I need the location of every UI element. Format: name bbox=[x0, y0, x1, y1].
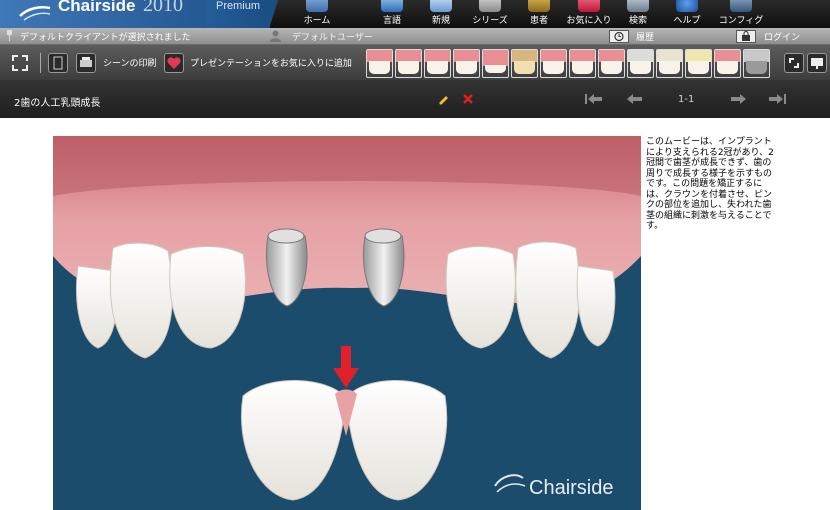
fullscreen-icon[interactable] bbox=[10, 53, 28, 71]
nav-search-label: 検索 bbox=[628, 16, 647, 26]
scene-thumbnail[interactable] bbox=[627, 49, 654, 78]
print-layout-icon[interactable] bbox=[48, 53, 68, 73]
presentation-icon[interactable] bbox=[807, 53, 827, 73]
nav-new[interactable]: 新規 bbox=[414, 0, 468, 28]
chairside-logo-icon bbox=[19, 6, 51, 21]
scene-thumbnail[interactable] bbox=[424, 49, 451, 78]
nav-favorites[interactable]: お気に入り bbox=[562, 0, 616, 28]
login-link[interactable]: ログイン bbox=[764, 30, 800, 43]
history-link[interactable]: 履歴 bbox=[636, 30, 654, 43]
page-indicator: 1-1 bbox=[678, 94, 695, 105]
brand-name: Chairside bbox=[58, 0, 136, 15]
help-icon bbox=[676, 0, 698, 12]
scene-thumbnail[interactable] bbox=[482, 49, 509, 78]
config-icon bbox=[730, 0, 752, 12]
nav-config-label: コンフィグ bbox=[718, 16, 764, 26]
nav-help-label: ヘルプ bbox=[673, 16, 701, 26]
first-page-icon[interactable] bbox=[584, 93, 604, 105]
scene-thumbnail[interactable] bbox=[569, 49, 596, 78]
language-icon bbox=[381, 0, 403, 12]
client-status: デフォルトクライアントが選択されました bbox=[20, 33, 191, 43]
scene-thumbnail[interactable] bbox=[395, 49, 422, 78]
scene-title-bar: 2歯の人工乳頭成長 1-1 bbox=[0, 80, 830, 118]
last-page-icon[interactable] bbox=[767, 93, 787, 105]
patient-icon bbox=[528, 0, 550, 12]
nav-language-label: 言語 bbox=[382, 16, 401, 26]
brand-year: 2010 bbox=[143, 0, 183, 16]
scene-thumbnail[interactable] bbox=[685, 49, 712, 78]
new-icon bbox=[430, 0, 452, 12]
scene-thumbnail[interactable] bbox=[656, 49, 683, 78]
chairside-watermark: Chairside bbox=[529, 477, 613, 499]
nav-config[interactable]: コンフィグ bbox=[714, 0, 768, 28]
scene-video[interactable]: Chairside bbox=[53, 136, 641, 510]
history-icon[interactable] bbox=[609, 30, 629, 43]
print-scene-label[interactable]: シーンの印刷 bbox=[103, 56, 157, 69]
next-page-icon[interactable] bbox=[728, 93, 748, 105]
nav-search[interactable]: 検索 bbox=[611, 0, 665, 28]
nav-home[interactable]: ホーム bbox=[290, 0, 344, 28]
edition-badge: Premium bbox=[206, 0, 278, 28]
edition-label: Premium bbox=[216, 0, 261, 12]
search-icon bbox=[627, 0, 649, 12]
nav-series-label: シリーズ bbox=[472, 16, 508, 26]
scene-title: 2歯の人工乳頭成長 bbox=[14, 98, 101, 109]
status-bar: デフォルトクライアントが選択されました デフォルトユーザー 履歴 ログイン bbox=[0, 28, 830, 45]
nav-favorites-label: お気に入り bbox=[566, 16, 612, 26]
pin-icon bbox=[7, 30, 12, 41]
nav-help[interactable]: ヘルプ bbox=[660, 0, 714, 28]
dental-illustration: Chairside bbox=[53, 136, 641, 510]
scene-thumbnail[interactable] bbox=[540, 49, 567, 78]
top-bar: Chairside 2010 Premium ホーム 言語 新規 シリーズ 患者… bbox=[0, 0, 830, 28]
nav-new-label: 新規 bbox=[431, 16, 450, 26]
scene-thumbnail[interactable] bbox=[453, 49, 480, 78]
nav-patient[interactable]: 患者 bbox=[512, 0, 566, 28]
printer-icon[interactable] bbox=[76, 53, 96, 73]
nav-series[interactable]: シリーズ bbox=[463, 0, 517, 28]
toolbar-divider bbox=[40, 53, 41, 73]
home-icon bbox=[306, 0, 328, 12]
nav-language[interactable]: 言語 bbox=[365, 0, 419, 28]
previous-page-icon[interactable] bbox=[625, 93, 645, 105]
toolbar: シーンの印刷 プレゼンテーションをお気に入りに追加 bbox=[0, 45, 830, 80]
nav-patient-label: 患者 bbox=[529, 16, 548, 26]
scene-thumbnail[interactable] bbox=[366, 49, 393, 78]
add-favorite-label[interactable]: プレゼンテーションをお気に入りに追加 bbox=[190, 56, 352, 69]
scene-thumbnail[interactable] bbox=[598, 49, 625, 78]
scene-thumbnail[interactable] bbox=[743, 49, 770, 78]
scene-thumbnail[interactable] bbox=[714, 49, 741, 78]
heart-icon[interactable] bbox=[164, 53, 184, 73]
series-icon bbox=[479, 0, 501, 12]
scene-description: このムービーは、インプラントにより支えられる2冠があり、2冠間で歯茎が成長できず… bbox=[646, 137, 774, 231]
current-user[interactable]: デフォルトユーザー bbox=[292, 30, 373, 43]
pencil-icon[interactable] bbox=[436, 92, 450, 106]
nav-home-label: ホーム bbox=[303, 16, 331, 26]
expand-icon[interactable] bbox=[784, 53, 804, 73]
close-icon[interactable] bbox=[462, 93, 474, 105]
user-icon bbox=[270, 30, 281, 42]
favorites-icon bbox=[578, 0, 600, 12]
lock-icon[interactable] bbox=[736, 30, 756, 43]
scene-thumbnail[interactable] bbox=[511, 49, 538, 78]
